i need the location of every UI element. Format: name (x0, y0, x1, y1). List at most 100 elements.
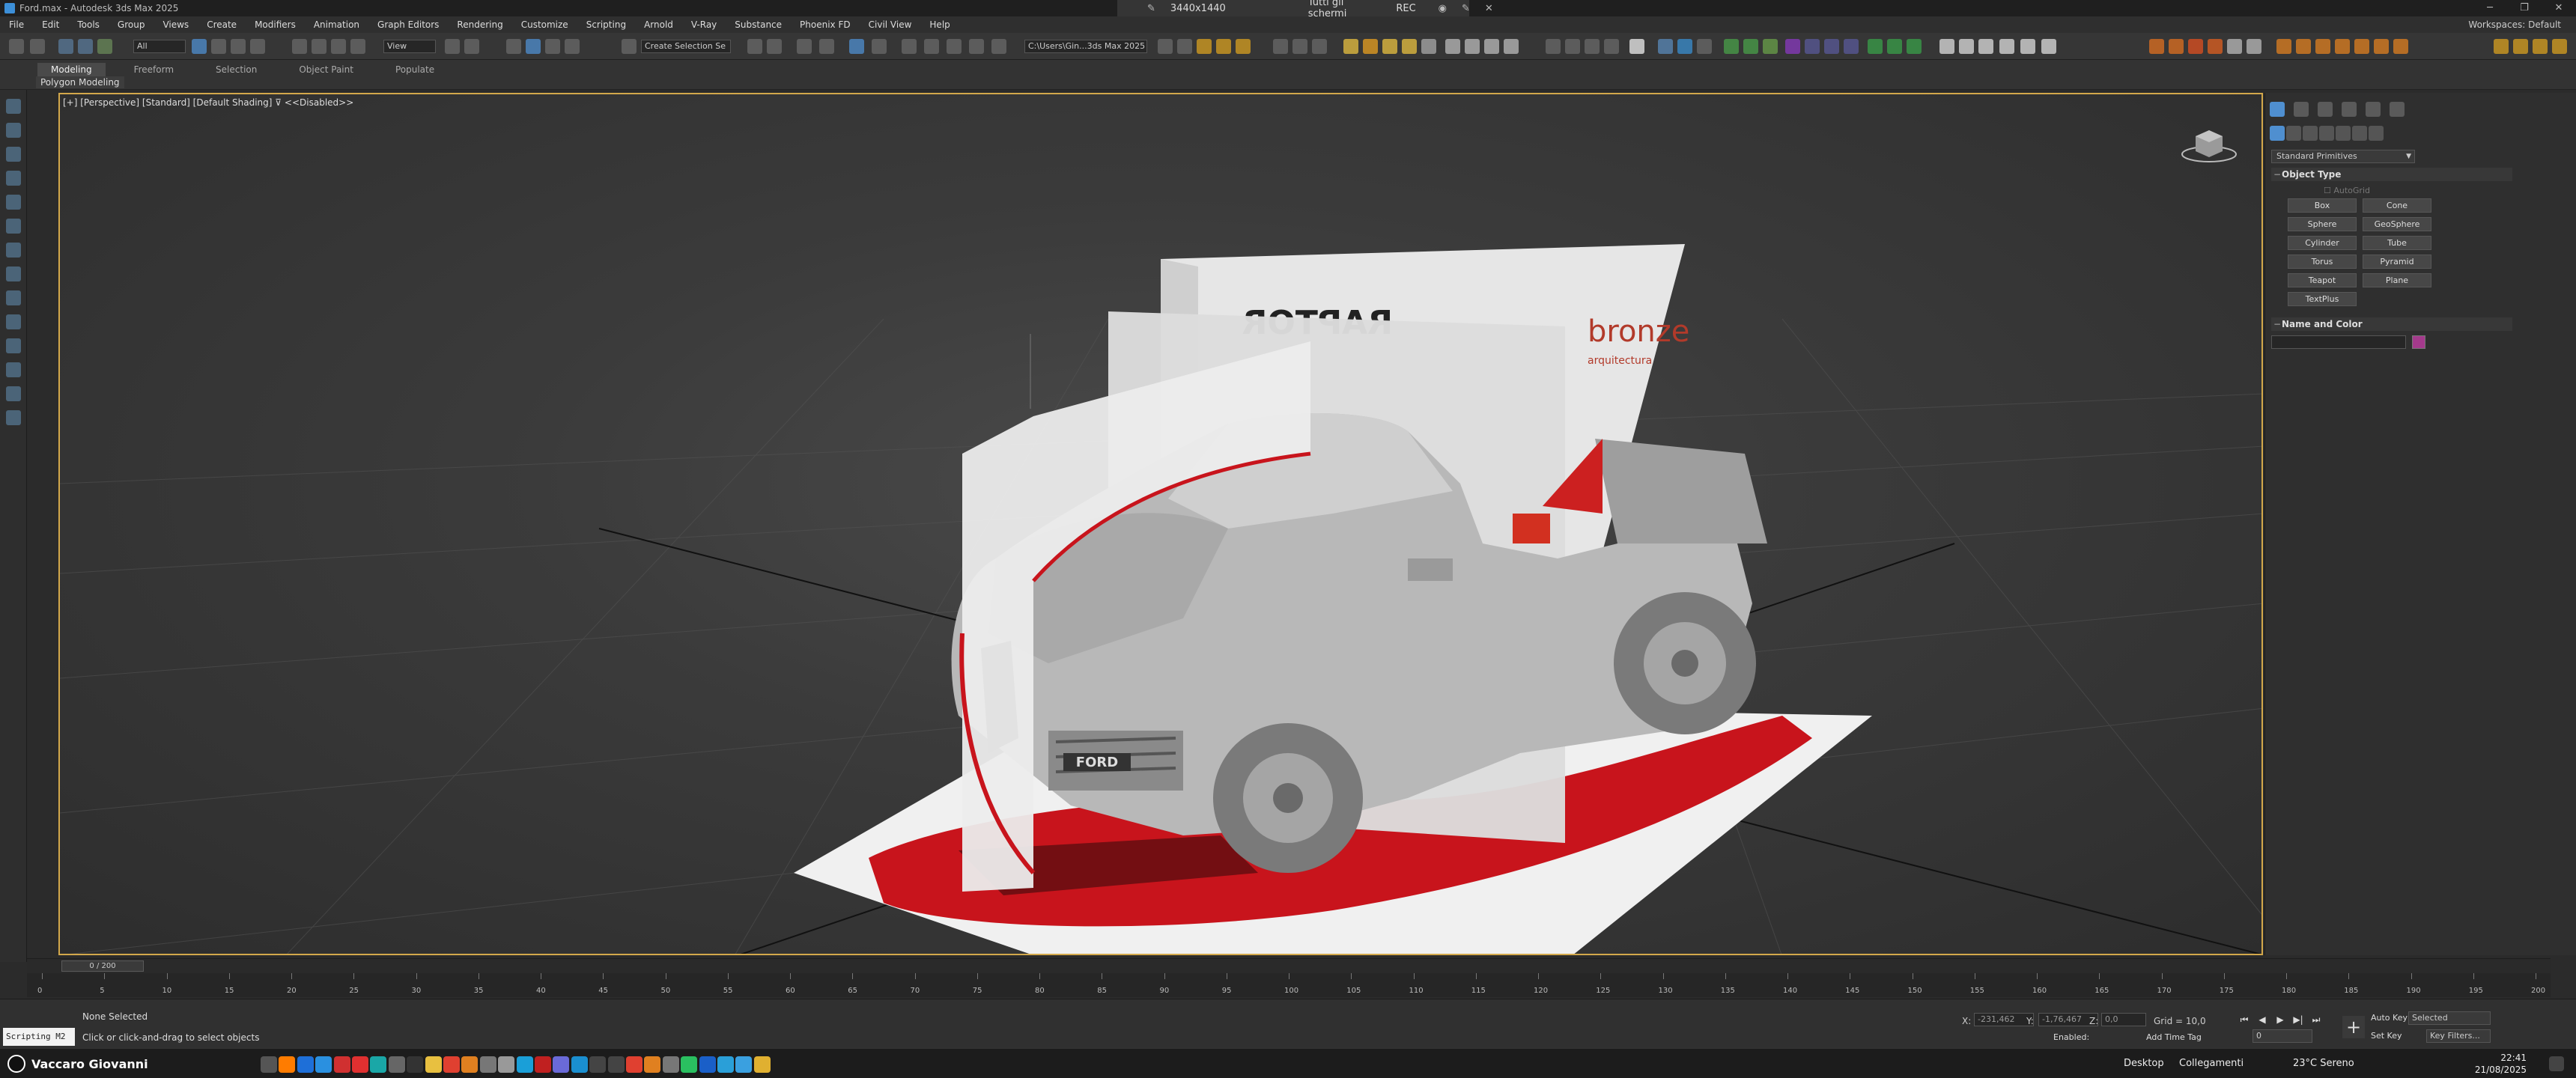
toggle-ribbon-icon[interactable] (819, 39, 834, 54)
notification-icon[interactable] (2549, 1056, 2564, 1071)
named-selection-set-field[interactable]: Create Selection Se (641, 40, 731, 53)
key-filters-button[interactable]: Key Filters... (2426, 1029, 2491, 1043)
primitive-category-dropdown[interactable]: Standard Primitives ▼ (2271, 150, 2415, 163)
script-2-icon[interactable] (2296, 39, 2311, 54)
obs-icon[interactable] (407, 1056, 424, 1073)
layer-explorer-icon[interactable] (797, 39, 812, 54)
vray-dome-icon[interactable] (1216, 39, 1231, 54)
unlink-icon[interactable] (78, 39, 93, 54)
box-button[interactable]: Box (2288, 198, 2357, 213)
phoenix-source-icon[interactable] (1763, 39, 1778, 54)
next-frame-icon[interactable]: ▶| (2291, 1013, 2305, 1026)
mirror-icon[interactable] (747, 39, 762, 54)
script-3-icon[interactable] (2315, 39, 2330, 54)
menu-item-help[interactable]: Help (920, 19, 959, 30)
links-label[interactable]: Collegamenti (2179, 1058, 2244, 1069)
user-profile[interactable]: Vaccaro Giovanni (7, 1055, 148, 1073)
task-view-icon[interactable] (261, 1056, 277, 1073)
ribbon-tab-selection[interactable]: Selection (202, 63, 270, 76)
play-icon[interactable]: ▶ (2273, 1013, 2287, 1026)
vray-sun-icon[interactable] (1197, 39, 1212, 54)
vray-light-lister-icon[interactable] (1421, 39, 1436, 54)
bind-icon[interactable] (97, 39, 112, 54)
menu-item-edit[interactable]: Edit (33, 19, 68, 30)
systems-icon[interactable] (2369, 126, 2384, 141)
hierarchy-tab-icon[interactable] (2318, 102, 2333, 117)
vray-clipper-icon[interactable] (1465, 39, 1480, 54)
extra-3-icon[interactable] (2533, 39, 2548, 54)
align-icon[interactable] (767, 39, 782, 54)
script-5-icon[interactable] (2354, 39, 2369, 54)
set-key-button[interactable]: Set Key (2371, 1031, 2402, 1041)
davinci-icon[interactable] (388, 1056, 405, 1073)
layer-icon[interactable] (6, 123, 21, 138)
photoshop-icon[interactable] (297, 1056, 314, 1073)
object-color-swatch[interactable] (2412, 335, 2425, 349)
angle-snap-icon[interactable] (526, 39, 541, 54)
add-time-tag[interactable]: Add Time Tag (2146, 1032, 2202, 1042)
create-tab-icon[interactable] (2270, 102, 2285, 117)
minimize-icon[interactable]: ─ (2473, 0, 2507, 16)
workspace-selector[interactable]: Workspaces: Default (2468, 16, 2561, 33)
workspace-value[interactable]: Default (2528, 19, 2561, 30)
menu-item-substance[interactable]: Substance (726, 19, 791, 30)
desktop-label[interactable]: Desktop (2124, 1058, 2164, 1069)
itoo-icon[interactable] (1907, 39, 1922, 54)
menu-item-scripting[interactable]: Scripting (577, 19, 635, 30)
pin-icon[interactable]: ✎ (1147, 3, 1155, 14)
menu-item-animation[interactable]: Animation (305, 19, 368, 30)
ribbon-tab-object-paint[interactable]: Object Paint (285, 63, 367, 76)
vray-camera-icon[interactable] (1484, 39, 1499, 54)
vray-sphere-icon[interactable] (1445, 39, 1460, 54)
spacewarps-icon[interactable] (2352, 126, 2367, 141)
vray-fur-icon[interactable] (1292, 39, 1307, 54)
menu-item-v-ray[interactable]: V-Ray (682, 19, 726, 30)
z-coordinate-field[interactable]: 0,0 (2101, 1013, 2146, 1026)
menu-item-file[interactable]: File (0, 19, 33, 30)
close-icon[interactable]: ✕ (2542, 0, 2576, 16)
vray-toon-icon[interactable] (1658, 39, 1673, 54)
utilities-tab-icon[interactable] (2390, 102, 2405, 117)
cylinder-button[interactable]: Cylinder (2288, 236, 2357, 250)
object-name-field[interactable] (2271, 335, 2406, 349)
settings-icon[interactable] (626, 1056, 643, 1073)
clock-app-icon[interactable] (498, 1056, 515, 1073)
filter-geometry-icon[interactable] (6, 195, 21, 210)
filter-groups-icon[interactable] (6, 338, 21, 353)
vray-ies-icon[interactable] (1236, 39, 1251, 54)
photos-icon[interactable] (589, 1056, 607, 1073)
helpers-icon[interactable] (2336, 126, 2351, 141)
vray-vfb-icon[interactable] (1546, 39, 1561, 54)
auto-key-button[interactable]: Auto Key (2371, 1013, 2408, 1023)
vray-mesh-light-icon[interactable] (1402, 39, 1417, 54)
maxscript-listener[interactable]: Scripting M2 (3, 1028, 75, 1046)
vray-tools-icon[interactable] (1697, 39, 1712, 54)
vray-scene-icon[interactable] (1585, 39, 1600, 54)
menu-item-phoenix-fd[interactable]: Phoenix FD (791, 19, 860, 30)
steam-icon[interactable] (535, 1056, 551, 1073)
sort-icon[interactable] (6, 147, 21, 162)
file-explorer-icon[interactable] (425, 1056, 442, 1073)
edit-named-sets-icon[interactable] (622, 39, 637, 54)
curve-editor-icon[interactable] (849, 39, 864, 54)
menu-item-group[interactable]: Group (109, 19, 154, 30)
tube-button[interactable]: Tube (2363, 236, 2431, 250)
key-set-dropdown[interactable]: Selected (2408, 1011, 2491, 1025)
menu-item-graph-editors[interactable]: Graph Editors (368, 19, 448, 30)
link-icon[interactable] (58, 39, 73, 54)
system-clock[interactable]: 22:41 21/08/2025 (2475, 1052, 2527, 1076)
cameras-icon[interactable] (2319, 126, 2334, 141)
word-icon[interactable] (699, 1056, 716, 1073)
forest-icon[interactable] (1868, 39, 1883, 54)
undo-icon[interactable] (9, 39, 24, 54)
vray-cosmos-icon[interactable] (1677, 39, 1692, 54)
vray-sun-2-icon[interactable] (1382, 39, 1397, 54)
fire-3-icon[interactable] (2188, 39, 2203, 54)
fire-4-icon[interactable] (2208, 39, 2223, 54)
edge-icon[interactable] (516, 1056, 533, 1073)
vray-proxy-icon[interactable] (1273, 39, 1288, 54)
redo-icon[interactable] (30, 39, 45, 54)
textplus-button[interactable]: TextPlus (2288, 292, 2357, 306)
place-icon[interactable] (350, 39, 365, 54)
object-type-header[interactable]: − Object Type (2271, 168, 2512, 181)
